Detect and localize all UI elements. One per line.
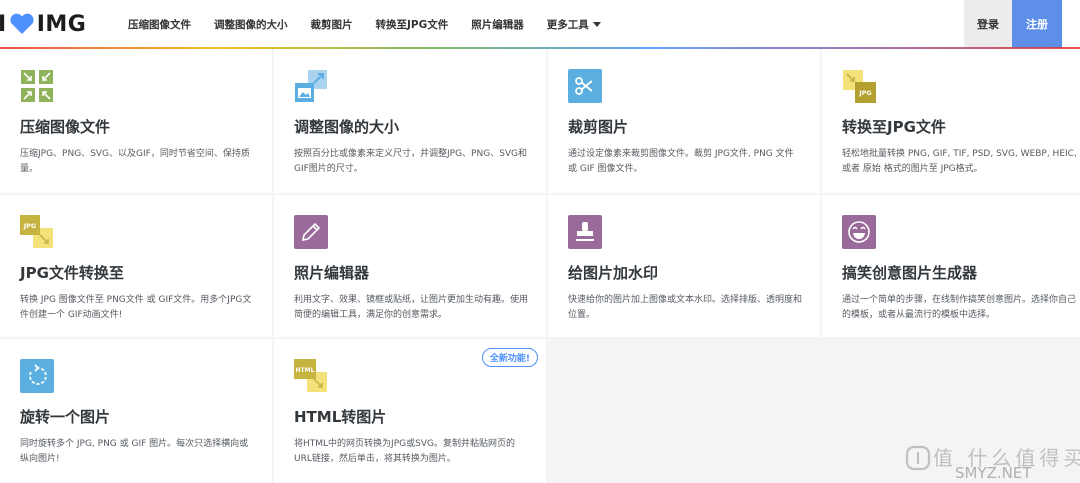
main-nav: 压缩图像文件 调整图像的大小 裁剪图片 转换至JPG文件 照片编辑器 更多工具: [128, 0, 624, 48]
logo-text: IMG: [36, 11, 87, 37]
logo-i: I: [0, 11, 7, 37]
tool-description: 同时旋转多个 JPG, PNG 或 GIF 图片。每次只选择横向或纵向图片!: [20, 439, 249, 464]
tool-title: 旋转一个图片: [20, 408, 111, 426]
tool-description: 转换 JPG 图像文件至 PNG文件 或 GIF文件。用多个JPG文件创建一个 …: [20, 295, 252, 320]
heart-icon: [10, 13, 34, 34]
nav-more-tools[interactable]: 更多工具: [547, 17, 601, 32]
html-icon: HTML: [294, 359, 327, 392]
tool-description: 快速给你的图片加上图像或文本水印。选择排版、透明度和位置。: [568, 295, 803, 320]
nav-more-label: 更多工具: [546, 18, 589, 31]
chevron-down-icon: [592, 22, 601, 27]
nav-photo-editor[interactable]: 照片编辑器: [471, 17, 524, 32]
tool-description: 通过一个简单的步骤，在线制作搞笑创意图片。选择你自己的模板，或者从最流行的模板中…: [842, 295, 1077, 320]
scissors-icon: [568, 69, 602, 103]
tool-title: 给图片加水印: [568, 264, 659, 282]
tool-title: 搞笑创意图片生成器: [842, 264, 978, 282]
tool-title: 裁剪图片: [568, 118, 629, 136]
tool-card-rotate[interactable]: 旋转一个图片 同时旋转多个 JPG, PNG 或 GIF 图片。每次只选择横向或…: [0, 339, 272, 483]
pencil-icon: [294, 215, 328, 249]
watermark-logo-icon: [905, 445, 931, 471]
tool-card-photo-editor[interactable]: 照片编辑器 利用文字、效果、镜框或贴纸，让图片更加生动有趣。使用简便的编辑工具，…: [274, 195, 546, 337]
svg-text:JPG: JPG: [858, 89, 872, 97]
tool-title: JPG文件转换至: [20, 264, 124, 282]
nav-compress[interactable]: 压缩图像文件: [128, 17, 191, 32]
svg-text:HTML: HTML: [296, 367, 315, 374]
tool-card-convert-from-jpg[interactable]: JPG JPG文件转换至 转换 JPG 图像文件至 PNG文件 或 GIF文件。…: [0, 195, 272, 337]
login-button[interactable]: 登录: [964, 0, 1012, 48]
nav-crop[interactable]: 裁剪图片: [311, 17, 353, 32]
watermark-en-text: SMYZ.NET: [955, 464, 1032, 482]
tool-card-resize[interactable]: 调整图像的大小 按照百分比或像素来定义尺寸，并调整JPG、PNG、SVG和GIF…: [274, 49, 546, 193]
tool-card-compress[interactable]: 压缩图像文件 压缩JPG、PNG、SVG、以及GIF，同时节省空间、保持质量。: [0, 49, 272, 193]
tool-description: 按照百分比或像素来定义尺寸，并调整JPG、PNG、SVG和GIF图片的尺寸。: [294, 149, 528, 174]
top-navigation-bar: I IMG 压缩图像文件 调整图像的大小 裁剪图片 转换至JPG文件 照片编辑器…: [0, 0, 1080, 48]
nav-resize[interactable]: 调整图像的大小: [214, 17, 288, 32]
svg-text:JPG: JPG: [23, 222, 37, 230]
tool-title: 照片编辑器: [294, 264, 370, 282]
convert-to-jpg-icon: JPG: [843, 70, 876, 103]
tool-title: 压缩图像文件: [20, 118, 111, 136]
tool-description: 轻松地批量转换 PNG, GIF, TIF, PSD, SVG, WEBP, H…: [842, 149, 1077, 174]
tool-description: 利用文字、效果、镜框或贴纸，让图片更加生动有趣。使用简便的编辑工具，满足你的创意…: [294, 295, 529, 320]
stamp-icon: [568, 215, 602, 249]
resize-icon: [295, 70, 327, 102]
laugh-face-icon: [842, 215, 876, 249]
convert-from-jpg-icon: JPG: [20, 215, 53, 248]
compress-icon: [21, 70, 53, 102]
tools-grid: 压缩图像文件 压缩JPG、PNG、SVG、以及GIF，同时节省空间、保持质量。 …: [0, 49, 1080, 483]
tool-card-convert-to-jpg[interactable]: JPG 转换至JPG文件 轻松地批量转换 PNG, GIF, TIF, PSD,…: [822, 49, 1080, 193]
tool-description: 压缩JPG、PNG、SVG、以及GIF，同时节省空间、保持质量。: [20, 149, 250, 174]
nav-convert-jpg[interactable]: 转换至JPG文件: [376, 17, 449, 32]
tool-description: 将HTML中的网页转换为JPG或SVG。复制并粘贴网页的URL链接，然后单击，将…: [294, 439, 515, 464]
site-watermark: 值 什么值得买 SMYZ.NET: [905, 441, 1080, 482]
tool-card-meme-generator[interactable]: 搞笑创意图片生成器 通过一个简单的步骤，在线制作搞笑创意图片。选择你自己的模板，…: [822, 195, 1080, 337]
tool-title: 转换至JPG文件: [842, 118, 946, 136]
tool-card-html-to-image[interactable]: 全新功能! HTML HTML转图片 将HTML中的网页转换为JPG或SVG。复…: [274, 339, 546, 483]
tool-description: 通过设定像素来裁剪图像文件。裁剪 JPG文件, PNG 文件 或 GIF 图像文…: [568, 149, 794, 174]
new-feature-badge: 全新功能!: [481, 348, 538, 367]
tool-card-watermark[interactable]: 给图片加水印 快速给你的图片加上图像或文本水印。选择排版、透明度和位置。: [548, 195, 820, 337]
tool-title: 调整图像的大小: [294, 118, 400, 136]
rotate-icon: [20, 359, 54, 393]
register-button[interactable]: 注册: [1012, 0, 1062, 48]
site-logo[interactable]: I IMG: [0, 11, 86, 37]
tool-card-crop[interactable]: 裁剪图片 通过设定像素来裁剪图像文件。裁剪 JPG文件, PNG 文件 或 GI…: [548, 49, 820, 193]
tool-title: HTML转图片: [294, 408, 387, 426]
